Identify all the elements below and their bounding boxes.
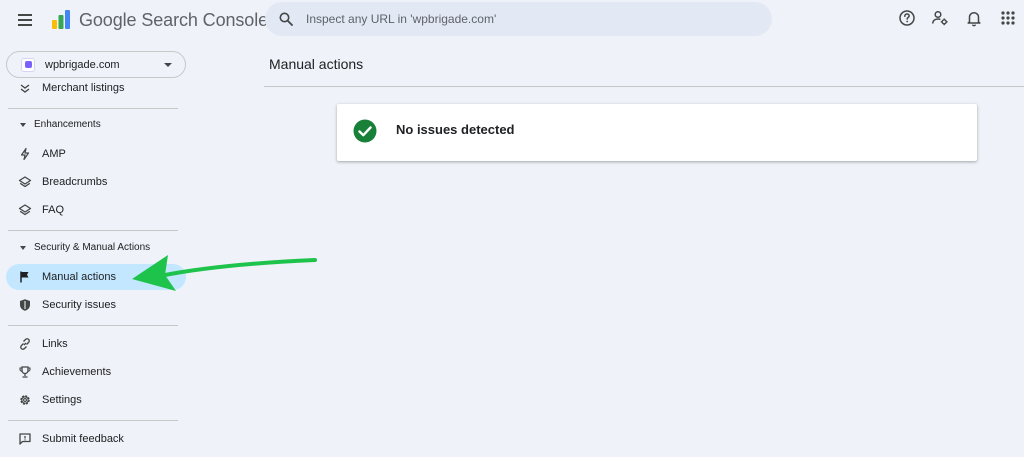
feedback-icon — [19, 433, 31, 445]
shield-icon — [20, 299, 30, 311]
sidebar-item-merchant-listings[interactable]: Merchant listings — [0, 78, 186, 101]
sidebar-item-label: Settings — [42, 394, 82, 406]
annotation-arrow-icon — [132, 255, 317, 291]
sidebar-item-label: Breadcrumbs — [42, 176, 108, 188]
layers-icon — [18, 176, 32, 188]
collapse-triangle-icon — [20, 246, 26, 250]
check-circle-icon — [353, 119, 377, 143]
link-icon — [20, 338, 30, 350]
sidebar-divider — [8, 325, 178, 326]
sidebar-item-label: Achievements — [42, 366, 112, 378]
section-enhancements[interactable]: Enhancements — [0, 116, 186, 136]
manage-users-icon[interactable] — [931, 9, 949, 27]
flag-icon — [20, 271, 29, 283]
sidebar-item-settings[interactable]: Settings — [0, 387, 186, 413]
sidebar-divider — [8, 108, 178, 109]
sidebar-divider — [8, 420, 178, 421]
help-icon[interactable] — [898, 9, 916, 27]
property-selector[interactable]: wpbrigade.com — [6, 51, 186, 78]
app-title[interactable]: Google Search Console — [79, 10, 268, 31]
property-name: wpbrigade.com — [45, 58, 120, 71]
sidebar-item-label: Manual actions — [42, 271, 116, 283]
status-message: No issues detected — [396, 122, 515, 137]
amp-bolt-icon — [20, 147, 30, 161]
sidebar-item-label: Security issues — [42, 299, 116, 311]
google-apps-icon[interactable] — [999, 9, 1017, 27]
sidebar-divider — [8, 230, 178, 231]
layers-icon — [18, 204, 32, 216]
sidebar-item-amp[interactable]: AMP — [0, 141, 186, 167]
sidebar-item-breadcrumbs[interactable]: Breadcrumbs — [0, 169, 186, 195]
sidebar-item-label: Links — [42, 338, 68, 350]
sidebar-item-label: FAQ — [42, 204, 65, 216]
sidebar-item-label: Merchant listings — [42, 82, 125, 94]
sidebar-item-achievements[interactable]: Achievements — [0, 359, 186, 385]
sidebar-item-submit-feedback[interactable]: Submit feedback — [0, 426, 186, 452]
search-input[interactable] — [306, 12, 726, 26]
status-card: No issues detected — [337, 104, 977, 161]
url-inspect-search[interactable] — [265, 2, 772, 36]
main-menu-icon[interactable] — [16, 10, 36, 30]
caret-down-icon — [164, 63, 172, 67]
sidebar-item-faq[interactable]: FAQ — [0, 197, 186, 223]
section-label: Enhancements — [34, 119, 101, 130]
property-favicon — [21, 57, 35, 72]
search-icon — [279, 12, 293, 26]
trophy-icon — [19, 366, 31, 378]
page-title: Manual actions — [269, 56, 364, 72]
collapse-triangle-icon — [20, 123, 26, 127]
search-console-logo-icon — [52, 10, 70, 29]
sidebar-item-links[interactable]: Links — [0, 331, 186, 357]
title-divider — [264, 86, 1024, 87]
sidebar-item-label: Submit feedback — [42, 433, 124, 445]
notifications-bell-icon[interactable] — [965, 9, 983, 27]
top-bar: Google Search Console — [0, 0, 1024, 40]
gear-icon — [20, 395, 30, 405]
sidebar-item-label: AMP — [42, 148, 66, 160]
merchant-listings-icon — [20, 84, 30, 93]
